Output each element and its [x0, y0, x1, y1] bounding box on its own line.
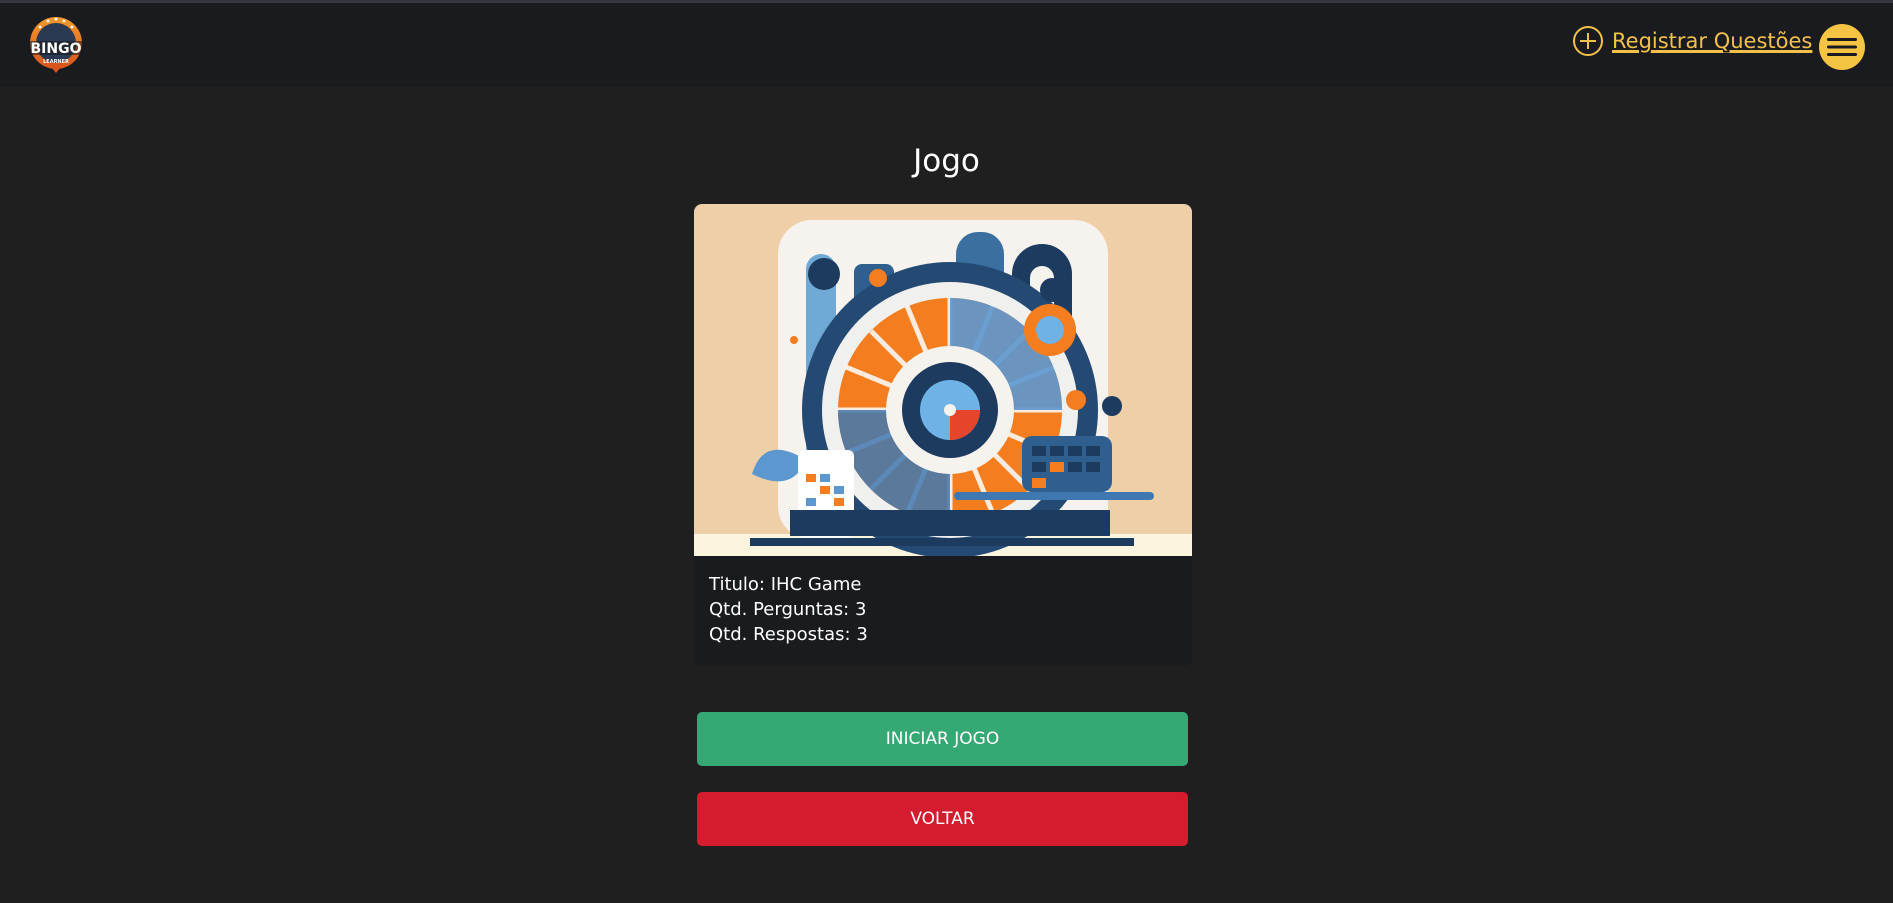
- hamburger-menu-icon: [1827, 38, 1857, 56]
- register-questions-link[interactable]: Registrar Questões: [1572, 25, 1812, 57]
- hamburger-menu-button[interactable]: [1819, 24, 1865, 70]
- register-questions-label: Registrar Questões: [1612, 29, 1813, 53]
- game-details: Titulo: IHC Game Qtd. Perguntas: 3 Qtd. …: [709, 572, 868, 647]
- logo-text-learner: LEARNER: [43, 59, 69, 65]
- game-card: Titulo: IHC Game Qtd. Perguntas: 3 Qtd. …: [694, 204, 1192, 666]
- start-game-button[interactable]: INICIAR JOGO: [697, 712, 1188, 766]
- page-title: Jogo: [913, 143, 980, 179]
- logo-text-bingo: BINGO: [31, 41, 82, 57]
- game-cover-image: [694, 204, 1192, 556]
- game-answers-count: Qtd. Respostas: 3: [709, 624, 868, 645]
- back-button[interactable]: VOLTAR: [697, 792, 1188, 846]
- plus-circle-icon: [1573, 26, 1603, 56]
- game-questions-count: Qtd. Perguntas: 3: [709, 599, 867, 620]
- app-header: BINGO LEARNER Registrar Questões: [0, 3, 1893, 87]
- game-title: Titulo: IHC Game: [709, 574, 862, 595]
- bingo-learner-logo[interactable]: BINGO LEARNER: [26, 15, 86, 77]
